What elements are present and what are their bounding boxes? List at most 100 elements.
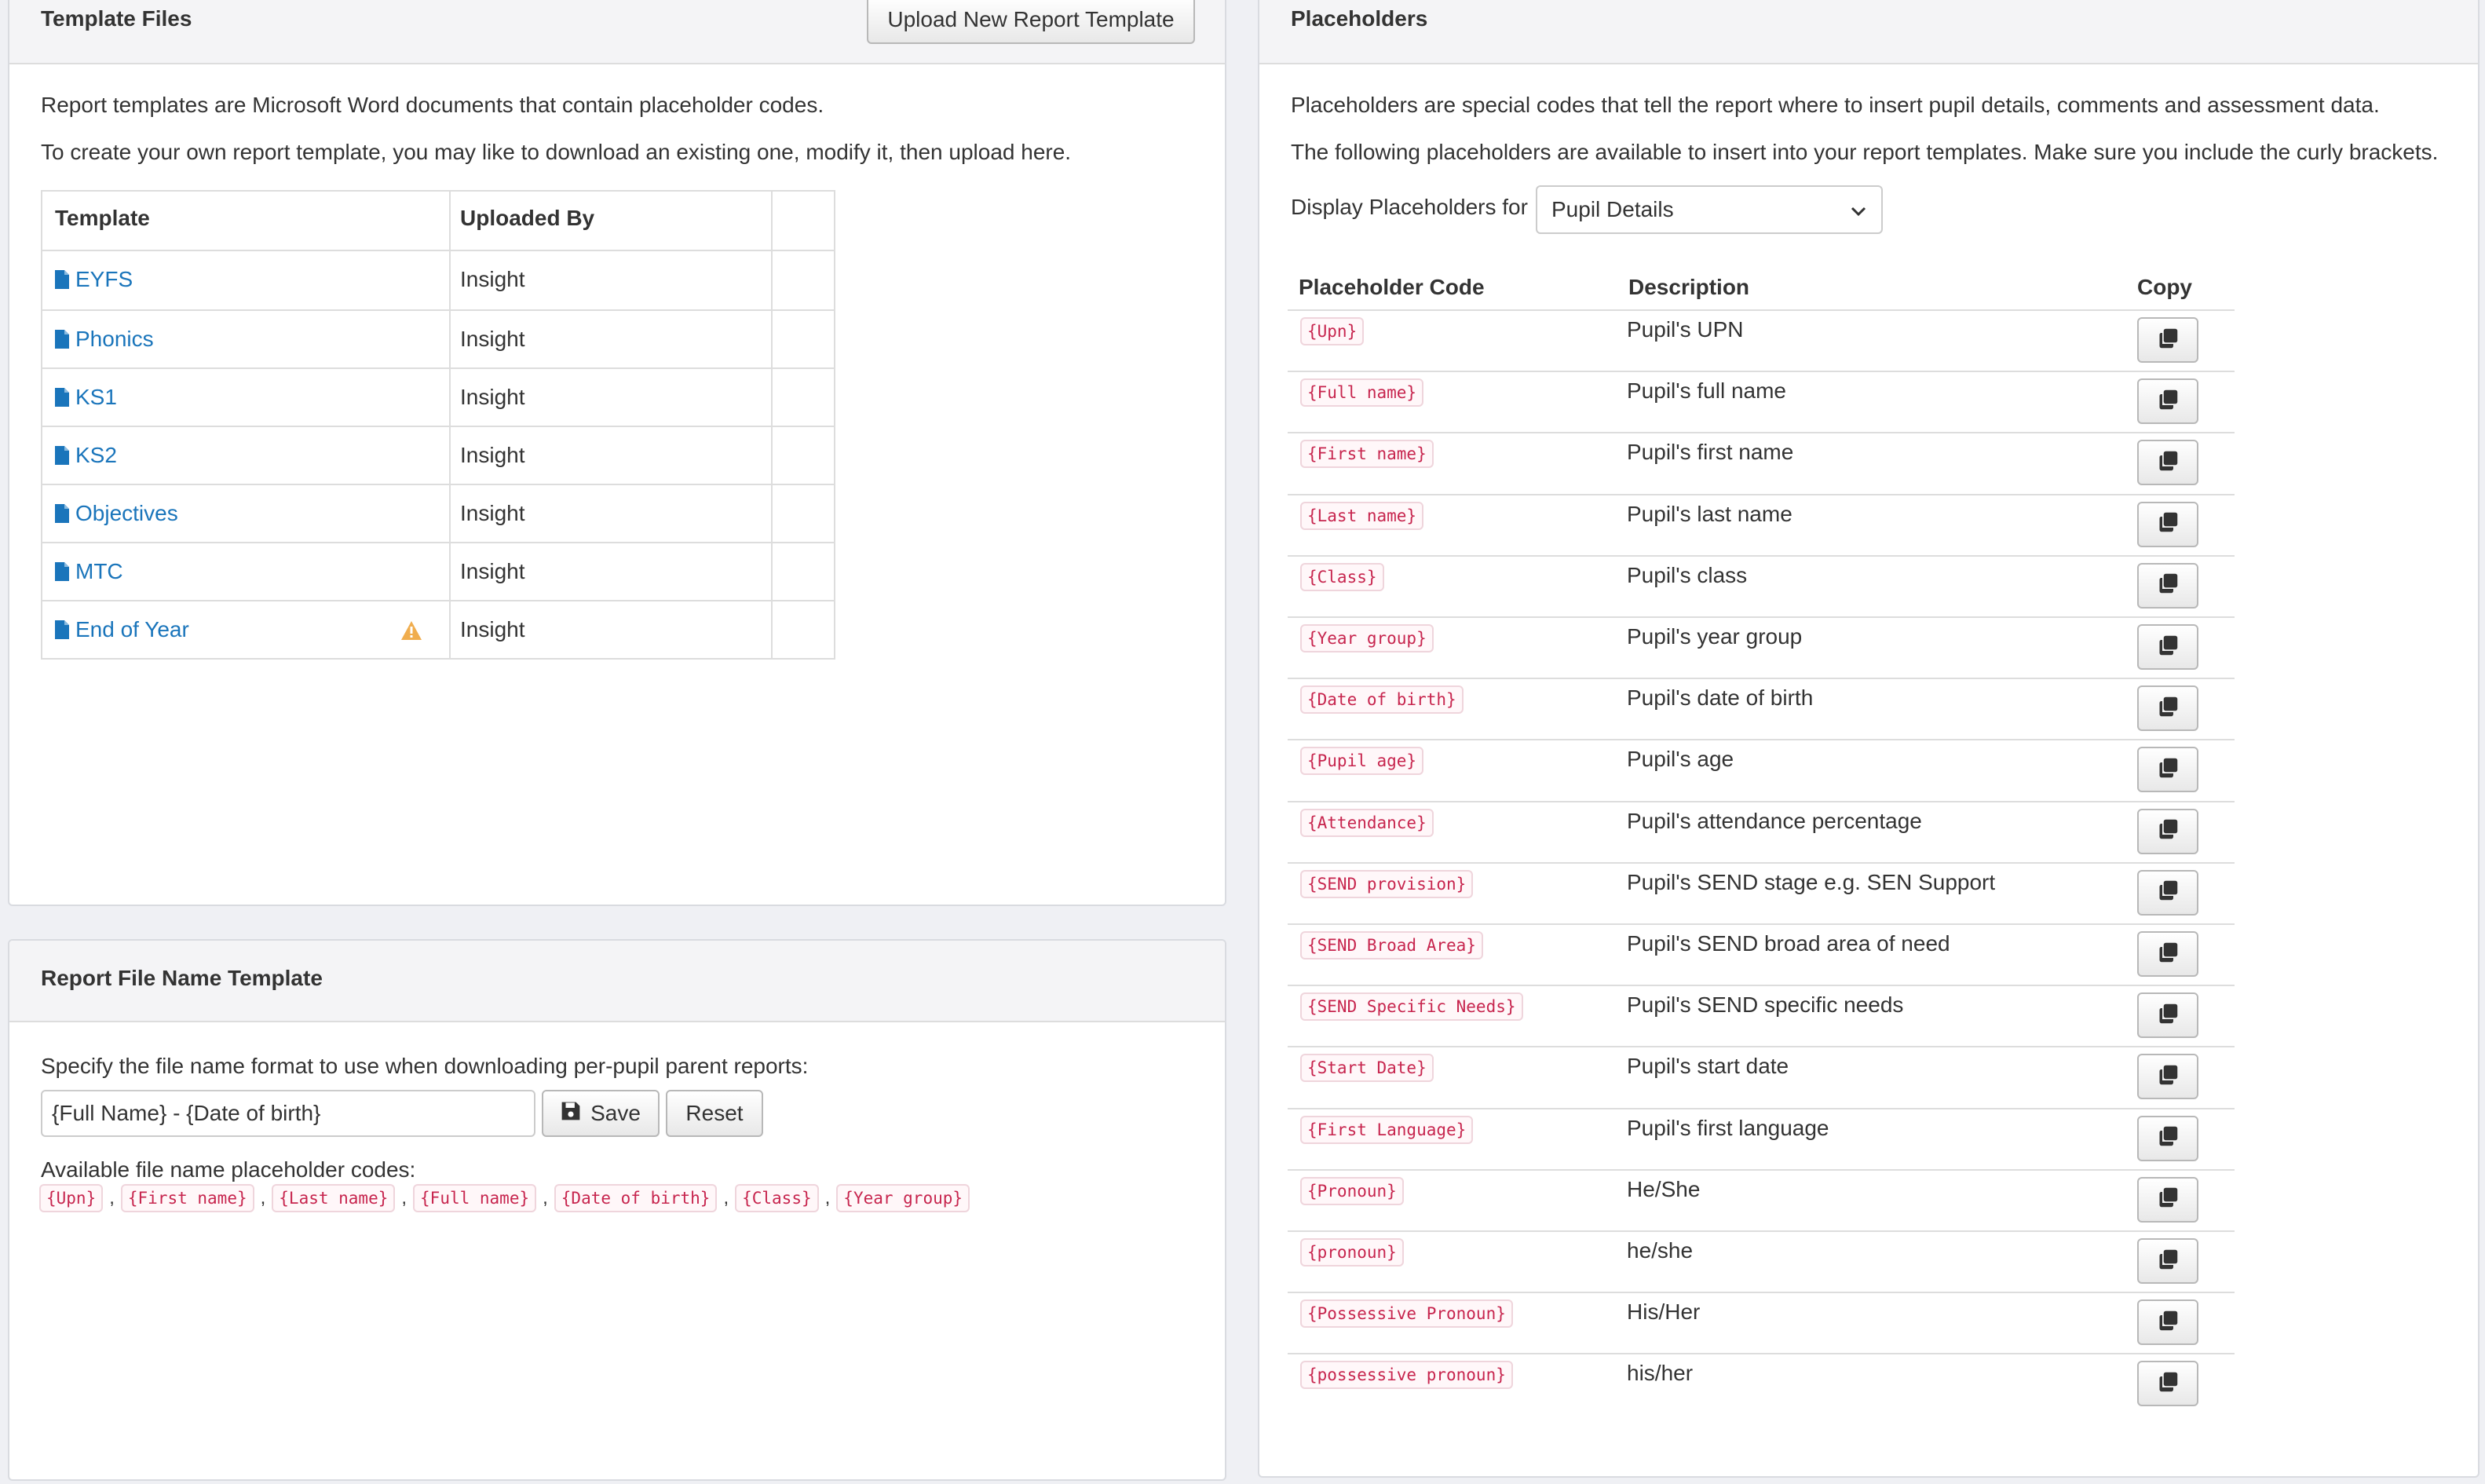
uploaded-by: Insight xyxy=(460,443,525,467)
copy-button[interactable] xyxy=(2137,624,2198,670)
column-header-uploaded-by: Uploaded By xyxy=(460,206,595,230)
placeholder-code: {SEND provision} xyxy=(1300,869,1474,898)
copy-icon xyxy=(2157,1371,2179,1397)
copy-icon xyxy=(2157,1064,2179,1090)
file-icon xyxy=(55,620,69,639)
placeholder-code: {Last name} xyxy=(1300,501,1424,530)
table-row: {possessive pronoun} his/her xyxy=(1288,1353,2235,1414)
template-link[interactable]: MTC xyxy=(55,559,123,584)
copy-button[interactable] xyxy=(2137,1054,2198,1100)
copy-icon xyxy=(2157,1310,2179,1336)
copy-icon xyxy=(2157,450,2179,476)
save-button[interactable]: Save xyxy=(542,1090,660,1137)
copy-button[interactable] xyxy=(2137,317,2198,363)
copy-icon xyxy=(2157,757,2179,783)
copy-button[interactable] xyxy=(2137,440,2198,486)
display-placeholders-label: Display Placeholders for xyxy=(1291,195,1528,219)
reset-button[interactable]: Reset xyxy=(666,1090,763,1137)
template-link[interactable]: Phonics xyxy=(55,327,154,352)
placeholder-code: {Possessive Pronoun} xyxy=(1300,1299,1513,1329)
intro-text-2: To create your own report template, you … xyxy=(41,140,1072,164)
copy-button[interactable] xyxy=(2137,1238,2198,1284)
column-header-placeholder-code: Placeholder Code xyxy=(1299,275,1485,299)
placeholder-description: he/she xyxy=(1627,1238,1694,1263)
table-row: Phonics Insight xyxy=(42,309,834,367)
placeholder-code: {SEND Broad Area} xyxy=(1300,931,1483,959)
template-name: EYFS xyxy=(75,267,133,291)
placeholder-description: His/Her xyxy=(1627,1299,1701,1325)
copy-icon xyxy=(2157,941,2179,967)
filename-instruction: Specify the file name format to use when… xyxy=(41,1054,809,1078)
placeholder-description: Pupil's SEND broad area of need xyxy=(1627,931,1950,956)
panel-header: Placeholders xyxy=(1259,0,2478,64)
uploaded-by: Insight xyxy=(460,267,525,291)
copy-icon xyxy=(2157,879,2179,905)
table-row: MTC Insight xyxy=(42,542,834,600)
template-link[interactable]: Objectives xyxy=(55,501,178,526)
copy-button[interactable] xyxy=(2137,1361,2198,1407)
file-icon xyxy=(55,270,69,289)
placeholder-code-badge: {Class} xyxy=(735,1184,819,1212)
file-icon xyxy=(55,388,69,407)
placeholder-code: {Class} xyxy=(1300,562,1384,591)
copy-button[interactable] xyxy=(2137,378,2198,425)
copy-icon xyxy=(2157,511,2179,537)
template-link[interactable]: KS2 xyxy=(55,443,117,468)
save-label: Save xyxy=(590,1101,641,1125)
placeholder-description: Pupil's date of birth xyxy=(1627,685,1814,711)
copy-button[interactable] xyxy=(2137,747,2198,793)
placeholder-description: Pupil's last name xyxy=(1627,501,1792,526)
placeholders-intro: Placeholders are special codes that tell… xyxy=(1291,93,2380,117)
copy-button[interactable] xyxy=(2137,1176,2198,1223)
warning-icon xyxy=(400,620,422,645)
code-separator: , xyxy=(401,1187,407,1208)
panel-header: Template Files Upload New Report Templat… xyxy=(9,0,1225,64)
copy-icon xyxy=(2157,696,2179,722)
copy-icon xyxy=(2157,1186,2179,1212)
table-row: {Start Date} Pupil's start date xyxy=(1288,1046,2235,1107)
copy-button[interactable] xyxy=(2137,931,2198,977)
copy-button[interactable] xyxy=(2137,869,2198,916)
copy-button[interactable] xyxy=(2137,1115,2198,1161)
code-separator: , xyxy=(260,1187,266,1208)
uploaded-by: Insight xyxy=(460,617,525,641)
copy-icon xyxy=(2157,634,2179,660)
copy-icon xyxy=(2157,327,2179,353)
file-icon xyxy=(55,504,69,523)
template-name: MTC xyxy=(75,559,123,583)
chevron-down-icon xyxy=(1850,197,1867,222)
table-row: Objectives Insight xyxy=(42,484,834,542)
template-name: Phonics xyxy=(75,327,154,351)
placeholder-description: Pupil's start date xyxy=(1627,1054,1789,1079)
code-separator: , xyxy=(723,1187,729,1208)
table-row: {SEND Specific Needs} Pupil's SEND specif… xyxy=(1288,985,2235,1046)
placeholder-code: {Full name} xyxy=(1300,378,1424,408)
placeholder-code: {possessive pronoun} xyxy=(1300,1361,1513,1390)
copy-button[interactable] xyxy=(2137,808,2198,854)
template-link[interactable]: End of Year xyxy=(55,617,189,642)
table-row: {Upn} Pupil's UPN xyxy=(1288,309,2235,371)
table-row: EYFS Insight xyxy=(42,250,834,309)
copy-button[interactable] xyxy=(2137,1299,2198,1346)
copy-button[interactable] xyxy=(2137,992,2198,1039)
copy-button[interactable] xyxy=(2137,501,2198,547)
panel-header: Report File Name Template xyxy=(9,941,1225,1022)
table-header-row: Template Uploaded By xyxy=(42,192,834,250)
copy-icon xyxy=(2157,572,2179,598)
placeholder-code-badge: {Upn} xyxy=(39,1184,104,1212)
intro-text: Report templates are Microsoft Word docu… xyxy=(41,93,824,117)
table-row: {First Language} Pupil's first language xyxy=(1288,1107,2235,1169)
placeholder-code: {SEND Specific Needs} xyxy=(1300,992,1523,1022)
copy-button[interactable] xyxy=(2137,685,2198,732)
template-name: Objectives xyxy=(75,501,178,525)
file-icon xyxy=(55,446,69,465)
placeholder-code: {Upn} xyxy=(1300,317,1365,345)
filename-template-input[interactable] xyxy=(41,1090,535,1137)
column-header-template: Template xyxy=(55,206,150,230)
copy-button[interactable] xyxy=(2137,562,2198,609)
template-link[interactable]: EYFS xyxy=(55,267,133,292)
placeholder-category-select[interactable]: Pupil Details xyxy=(1536,185,1883,234)
upload-template-button[interactable]: Upload New Report Template xyxy=(867,0,1195,44)
template-link[interactable]: KS1 xyxy=(55,385,117,410)
table-row: {SEND provision} Pupil's SEND stage e.g. … xyxy=(1288,861,2235,923)
